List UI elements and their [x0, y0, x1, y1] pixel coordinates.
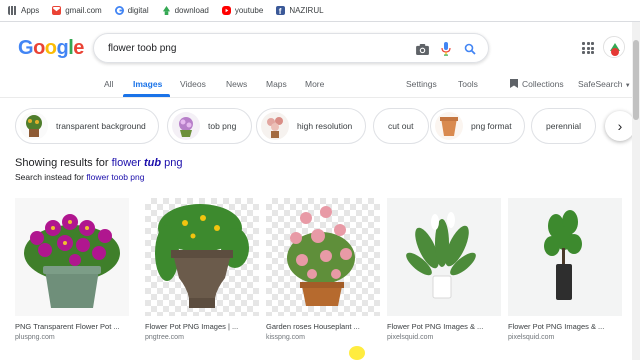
chip-thumbnail — [20, 112, 48, 140]
bookmark-download[interactable]: download — [162, 6, 209, 15]
caret-down-icon: ▼ — [624, 83, 631, 89]
bookmark-label: download — [174, 6, 209, 15]
result-title: Flower Pot PNG Images & ... — [387, 322, 484, 331]
bookmark-label: Apps — [21, 6, 40, 15]
result-title: Garden roses Houseplant ... — [266, 322, 360, 331]
bookmark-youtube[interactable]: youtube — [221, 6, 264, 15]
chip-label: tob png — [208, 121, 237, 131]
image-result[interactable]: Garden roses Houseplant ... kisspng.com — [266, 198, 380, 341]
search-box — [93, 33, 489, 63]
search-tabs: All Images Videos News Maps More Setting… — [0, 76, 640, 98]
tab-news[interactable]: News — [226, 79, 247, 89]
search-input[interactable] — [108, 42, 408, 54]
tab-maps[interactable]: Maps — [266, 79, 287, 89]
apps-grid-icon — [8, 6, 17, 15]
bookmark-apps[interactable]: Apps — [8, 6, 39, 15]
chip-label: transparent background — [56, 121, 146, 131]
collections-icon — [510, 79, 518, 88]
tab-images[interactable]: Images — [133, 79, 162, 89]
camera-icon[interactable] — [414, 41, 430, 57]
bookmarks-bar: Apps gmail.com digital download youtube … — [0, 0, 640, 22]
bookmark-label: gmail.com — [65, 6, 102, 15]
chip-label: perennial — [546, 121, 581, 131]
google-g-icon — [114, 6, 124, 15]
chip-label: high resolution — [297, 121, 353, 131]
result-site: pngtree.com — [145, 334, 184, 341]
result-thumbnail — [15, 198, 129, 316]
bookmark-label: NAZIRUL — [289, 6, 324, 15]
account-avatar[interactable] — [603, 36, 625, 58]
tab-more[interactable]: More — [305, 79, 324, 89]
chip-thumbnail — [261, 112, 289, 140]
result-thumbnail — [266, 198, 380, 316]
collections-link[interactable]: Collections — [510, 79, 564, 89]
microphone-icon[interactable] — [438, 41, 454, 57]
image-result[interactable]: Flower Pot PNG Images & ... pixelsquid.c… — [508, 198, 622, 341]
result-site: kisspng.com — [266, 334, 305, 341]
result-thumbnail — [145, 198, 259, 316]
result-thumbnail — [387, 198, 501, 316]
image-result[interactable]: Flower Pot PNG Images | ... pngtree.com — [145, 198, 259, 341]
bookmark-digital[interactable]: digital — [114, 6, 149, 15]
image-result[interactable]: Flower Pot PNG Images & ... pixelsquid.c… — [387, 198, 501, 341]
gmail-icon — [52, 6, 62, 15]
corrected-query-link[interactable]: flower tub png — [112, 157, 183, 169]
chip-transparent-background[interactable]: transparent background — [15, 108, 159, 144]
chip-high-resolution[interactable]: high resolution — [256, 108, 366, 144]
download-icon — [162, 6, 171, 15]
related-chips: transparent background tob png high reso… — [0, 108, 640, 146]
result-site: pixelsquid.com — [508, 334, 555, 341]
search-instead-for: Search instead for flower toob png — [15, 172, 145, 182]
result-title: PNG Transparent Flower Pot ... — [15, 322, 120, 331]
chips-next-arrow-icon[interactable]: › — [605, 111, 635, 141]
chip-png-format[interactable]: png format — [430, 108, 525, 144]
facebook-icon: f — [276, 6, 286, 16]
bookmark-gmail[interactable]: gmail.com — [52, 6, 102, 15]
page-scrollbar-thumb[interactable] — [633, 40, 639, 120]
bookmark-nazirul[interactable]: f NAZIRUL — [276, 6, 324, 16]
tab-videos[interactable]: Videos — [180, 79, 206, 89]
safesearch-toggle[interactable]: SafeSearch ▼ — [578, 79, 631, 89]
chip-label: png format — [471, 121, 512, 131]
chip-cut-out[interactable]: cut out — [373, 108, 429, 144]
google-apps-icon[interactable] — [582, 42, 594, 54]
showing-results-for: Showing results for flower tub png — [15, 157, 183, 169]
search-icon[interactable] — [462, 41, 478, 57]
result-title: Flower Pot PNG Images & ... — [508, 322, 605, 331]
google-logo[interactable]: Google — [18, 37, 84, 60]
tab-tools[interactable]: Tools — [458, 79, 478, 89]
chip-thumbnail — [172, 112, 200, 140]
active-tab-indicator — [123, 94, 170, 97]
result-site: pluspng.com — [15, 334, 55, 341]
result-site: pixelsquid.com — [387, 334, 434, 341]
cursor-highlight — [349, 346, 365, 360]
svg-text:f: f — [279, 7, 282, 15]
chip-label: cut out — [388, 121, 414, 131]
bookmark-label: youtube — [234, 6, 264, 15]
tab-all[interactable]: All — [104, 79, 113, 89]
bookmark-label: digital — [127, 6, 149, 15]
result-thumbnail — [508, 198, 622, 316]
chip-thumbnail — [435, 112, 463, 140]
result-title: Flower Pot PNG Images | ... — [145, 322, 239, 331]
original-query-link[interactable]: flower toob png — [86, 172, 144, 182]
youtube-icon — [221, 6, 231, 15]
chip-tob-png[interactable]: tob png — [167, 108, 252, 144]
image-result[interactable]: PNG Transparent Flower Pot ... pluspng.c… — [15, 198, 129, 341]
tab-settings[interactable]: Settings — [406, 79, 437, 89]
image-results-grid: PNG Transparent Flower Pot ... pluspng.c… — [0, 198, 640, 360]
chip-perennial[interactable]: perennial — [531, 108, 596, 144]
